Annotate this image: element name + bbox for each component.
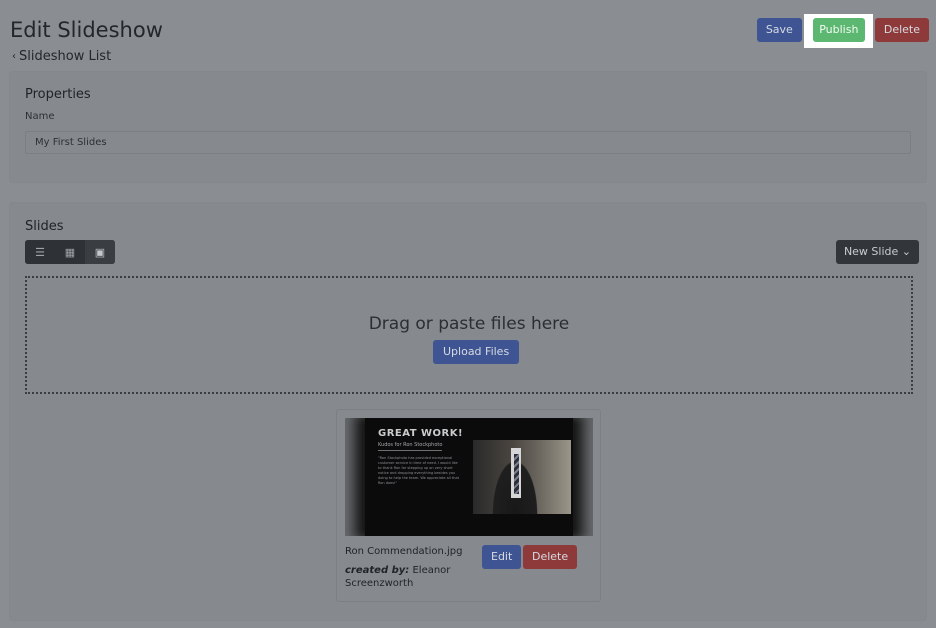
back-to-slideshow-list-link[interactable]: ‹ Slideshow List xyxy=(12,49,111,64)
name-input[interactable] xyxy=(25,131,911,154)
header-actions: Save Publish Delete xyxy=(756,14,929,48)
thumbnail-body-text: "Ron Stockphoto has provided exceptional… xyxy=(378,456,459,485)
edit-slide-button[interactable]: Edit xyxy=(482,545,522,569)
small-grid-icon: ▦ xyxy=(64,246,76,259)
dropzone-text: Drag or paste files here xyxy=(368,314,570,334)
slides-title: Slides xyxy=(25,219,64,234)
new-slide-label: New Slide xyxy=(843,245,899,258)
publish-highlight: Publish xyxy=(803,14,873,48)
name-label: Name xyxy=(25,111,55,122)
upload-files-button[interactable]: Upload Files xyxy=(433,340,520,364)
photo-tie-shape xyxy=(514,454,519,494)
back-link-label: Slideshow List xyxy=(19,49,112,64)
delete-slide-button[interactable]: Delete xyxy=(523,545,578,569)
slide-created-by: created by: Eleanor Screenzworth xyxy=(345,564,465,590)
large-grid-icon: ▣ xyxy=(94,246,106,259)
slide-filename: Ron Commendation.jpg xyxy=(345,546,463,557)
thumbnail-heading: GREAT WORK! xyxy=(378,428,464,439)
thumbnail-subheading: Kudos for Ron Stockphoto xyxy=(378,442,443,451)
delete-slideshow-button[interactable]: Delete xyxy=(874,18,929,42)
created-by-label: created by: xyxy=(345,565,410,576)
new-slide-dropdown-button[interactable]: New Slide ⌄ xyxy=(835,240,919,264)
properties-title: Properties xyxy=(25,87,91,102)
save-button[interactable]: Save xyxy=(756,18,802,42)
list-icon: ☰ xyxy=(35,246,45,259)
thumbnail-photo xyxy=(473,440,571,514)
page-title: Edit Slideshow xyxy=(10,18,163,42)
chevron-left-icon: ‹ xyxy=(12,51,16,62)
view-mode-toggle: ☰ ▦ ▣ xyxy=(25,240,115,264)
list-view-button[interactable]: ☰ xyxy=(25,240,55,264)
slides-card: Slides ☰ ▦ ▣ New Slide ⌄ Drag or paste f… xyxy=(10,203,926,620)
file-dropzone[interactable]: Drag or paste files here Upload Files xyxy=(25,276,913,394)
slide-thumbnail: GREAT WORK! Kudos for Ron Stockphoto "Ro… xyxy=(345,418,593,536)
properties-card: Properties Name xyxy=(10,72,926,182)
publish-button[interactable]: Publish xyxy=(812,18,865,42)
large-grid-view-button[interactable]: ▣ xyxy=(85,240,115,264)
slide-card: GREAT WORK! Kudos for Ron Stockphoto "Ro… xyxy=(336,409,601,602)
chevron-down-icon: ⌄ xyxy=(901,245,911,258)
thumbnail-image: GREAT WORK! Kudos for Ron Stockphoto "Ro… xyxy=(365,418,573,536)
small-grid-view-button[interactable]: ▦ xyxy=(55,240,85,264)
